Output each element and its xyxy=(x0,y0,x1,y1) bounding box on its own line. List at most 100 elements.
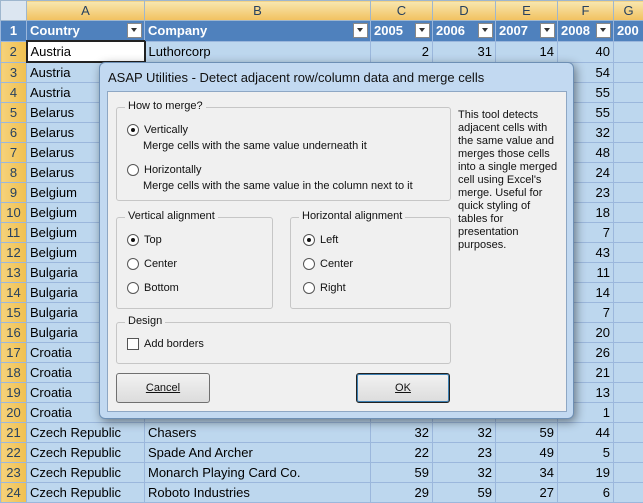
cell[interactable]: 22 xyxy=(371,443,433,463)
cell[interactable]: 31 xyxy=(433,41,496,62)
row-number[interactable]: 1 xyxy=(1,21,27,42)
filter-dropdown-icon[interactable] xyxy=(353,23,368,38)
row-number[interactable]: 5 xyxy=(1,103,27,123)
cell[interactable] xyxy=(614,62,643,83)
cell[interactable]: 14 xyxy=(496,41,558,62)
cell[interactable]: 32 xyxy=(371,423,433,443)
cell[interactable]: Roboto Industries xyxy=(145,483,371,503)
cell[interactable] xyxy=(614,103,643,123)
row-number[interactable]: 22 xyxy=(1,443,27,463)
column-header-a[interactable]: A xyxy=(27,1,145,21)
row-number[interactable]: 2 xyxy=(1,41,27,62)
header-cell-country[interactable]: Country xyxy=(27,21,145,42)
cell[interactable] xyxy=(614,343,643,363)
cell[interactable] xyxy=(614,223,643,243)
cell[interactable]: 2 xyxy=(371,41,433,62)
cell[interactable]: Czech Republic xyxy=(27,423,145,443)
select-all-corner[interactable] xyxy=(1,1,27,21)
row-number[interactable]: 7 xyxy=(1,143,27,163)
column-header-d[interactable]: D xyxy=(433,1,496,21)
column-header-c[interactable]: C xyxy=(371,1,433,21)
cell[interactable] xyxy=(614,323,643,343)
cell[interactable]: 6 xyxy=(558,483,614,503)
cell[interactable]: 5 xyxy=(558,443,614,463)
column-header-g[interactable]: G xyxy=(614,1,643,21)
filter-dropdown-icon[interactable] xyxy=(596,23,611,38)
cell[interactable]: 19 xyxy=(558,463,614,483)
header-cell-2006[interactable]: 2006 xyxy=(433,21,496,42)
header-cell-2007[interactable]: 2007 xyxy=(496,21,558,42)
column-header-f[interactable]: F xyxy=(558,1,614,21)
cell[interactable] xyxy=(614,243,643,263)
cell[interactable] xyxy=(614,203,643,223)
cell[interactable]: 32 xyxy=(433,463,496,483)
filter-dropdown-icon[interactable] xyxy=(127,23,142,38)
row-number[interactable]: 18 xyxy=(1,363,27,383)
cell[interactable]: 59 xyxy=(433,483,496,503)
row-number[interactable]: 15 xyxy=(1,303,27,323)
row-number[interactable]: 19 xyxy=(1,383,27,403)
row-number[interactable]: 4 xyxy=(1,83,27,103)
cell[interactable]: 27 xyxy=(496,483,558,503)
cell[interactable] xyxy=(614,143,643,163)
radio-valign-top[interactable]: Top xyxy=(127,234,162,246)
cell[interactable]: Spade And Archer xyxy=(145,443,371,463)
cell[interactable] xyxy=(614,303,643,323)
cell[interactable]: Czech Republic xyxy=(27,463,145,483)
cell[interactable]: Austria xyxy=(27,41,145,62)
cell[interactable]: 29 xyxy=(371,483,433,503)
cell[interactable]: Czech Republic xyxy=(27,483,145,503)
row-number[interactable]: 16 xyxy=(1,323,27,343)
cell[interactable]: Monarch Playing Card Co. xyxy=(145,463,371,483)
cell[interactable] xyxy=(614,163,643,183)
cell[interactable] xyxy=(614,123,643,143)
header-cell-company[interactable]: Company xyxy=(145,21,371,42)
radio-vertically[interactable]: Vertically xyxy=(127,124,188,136)
cell[interactable] xyxy=(614,283,643,303)
cell[interactable]: Chasers xyxy=(145,423,371,443)
row-number[interactable]: 12 xyxy=(1,243,27,263)
cell[interactable] xyxy=(614,183,643,203)
row-number[interactable]: 14 xyxy=(1,283,27,303)
filter-dropdown-icon[interactable] xyxy=(415,23,430,38)
row-number[interactable]: 23 xyxy=(1,463,27,483)
radio-valign-bottom[interactable]: Bottom xyxy=(127,282,179,294)
radio-halign-left[interactable]: Left xyxy=(303,234,338,246)
cell[interactable] xyxy=(614,463,643,483)
cell[interactable]: Czech Republic xyxy=(27,443,145,463)
header-cell-2009[interactable]: 200 xyxy=(614,21,643,42)
row-number[interactable]: 17 xyxy=(1,343,27,363)
filter-dropdown-icon[interactable] xyxy=(540,23,555,38)
cell[interactable] xyxy=(614,363,643,383)
row-number[interactable]: 11 xyxy=(1,223,27,243)
row-number[interactable]: 24 xyxy=(1,483,27,503)
cell[interactable]: 59 xyxy=(371,463,433,483)
cell[interactable]: 44 xyxy=(558,423,614,443)
cell[interactable]: 59 xyxy=(496,423,558,443)
column-header-e[interactable]: E xyxy=(496,1,558,21)
add-borders-checkbox[interactable]: Add borders xyxy=(127,338,204,350)
cell[interactable] xyxy=(614,383,643,403)
cell[interactable] xyxy=(614,423,643,443)
cell[interactable]: 34 xyxy=(496,463,558,483)
cell[interactable]: 32 xyxy=(433,423,496,443)
row-number[interactable]: 20 xyxy=(1,403,27,423)
cell[interactable]: 23 xyxy=(433,443,496,463)
row-number[interactable]: 13 xyxy=(1,263,27,283)
cell[interactable] xyxy=(614,483,643,503)
radio-horizontally[interactable]: Horizontally xyxy=(127,164,201,176)
row-number[interactable]: 6 xyxy=(1,123,27,143)
cell[interactable] xyxy=(614,403,643,423)
row-number[interactable]: 8 xyxy=(1,163,27,183)
cell[interactable] xyxy=(614,41,643,62)
radio-halign-center[interactable]: Center xyxy=(303,258,353,270)
radio-halign-right[interactable]: Right xyxy=(303,282,346,294)
row-number[interactable]: 9 xyxy=(1,183,27,203)
row-number[interactable]: 10 xyxy=(1,203,27,223)
filter-dropdown-icon[interactable] xyxy=(478,23,493,38)
header-cell-2005[interactable]: 2005 xyxy=(371,21,433,42)
row-number[interactable]: 3 xyxy=(1,62,27,83)
cell[interactable] xyxy=(614,443,643,463)
cell[interactable]: 40 xyxy=(558,41,614,62)
cell[interactable]: 49 xyxy=(496,443,558,463)
